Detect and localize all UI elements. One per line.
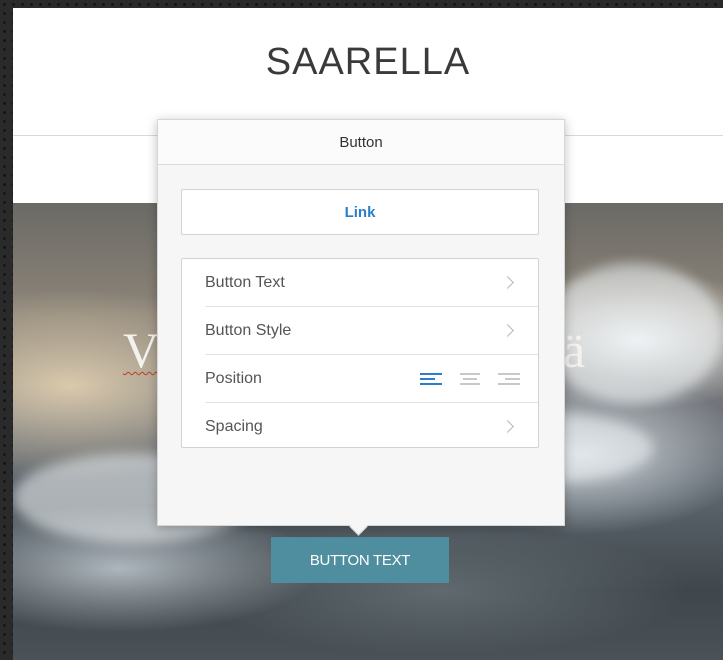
- menu-item-label: Button Text: [205, 273, 285, 291]
- button-settings-menu: Button Text Button Style Position Spacin…: [181, 258, 539, 448]
- menu-item-button-style[interactable]: Button Style: [205, 307, 538, 355]
- align-left-icon[interactable]: [420, 370, 444, 388]
- chevron-right-icon: [501, 419, 514, 433]
- chevron-right-icon: [501, 275, 514, 289]
- site-header: SAARELLA: [13, 8, 723, 136]
- button-settings-popover: Button Link Button Text Button Style Pos…: [157, 119, 565, 526]
- popover-title: Button: [158, 120, 564, 165]
- menu-item-position: Position: [205, 355, 538, 403]
- menu-item-label: Position: [205, 369, 262, 387]
- hero-button[interactable]: BUTTON TEXT: [271, 537, 449, 583]
- align-right-icon[interactable]: [496, 370, 520, 388]
- link-button[interactable]: Link: [181, 189, 539, 235]
- alignment-controls: [420, 355, 520, 402]
- chevron-right-icon: [501, 323, 514, 337]
- menu-item-label: Spacing: [205, 417, 263, 435]
- menu-item-button-text[interactable]: Button Text: [205, 259, 538, 307]
- align-center-icon[interactable]: [458, 370, 482, 388]
- hero-heading-end: ä: [563, 322, 586, 378]
- menu-item-label: Button Style: [205, 321, 292, 339]
- hero-heading-start: V: [123, 322, 160, 378]
- menu-item-spacing[interactable]: Spacing: [205, 403, 538, 450]
- site-title[interactable]: SAARELLA: [13, 41, 723, 84]
